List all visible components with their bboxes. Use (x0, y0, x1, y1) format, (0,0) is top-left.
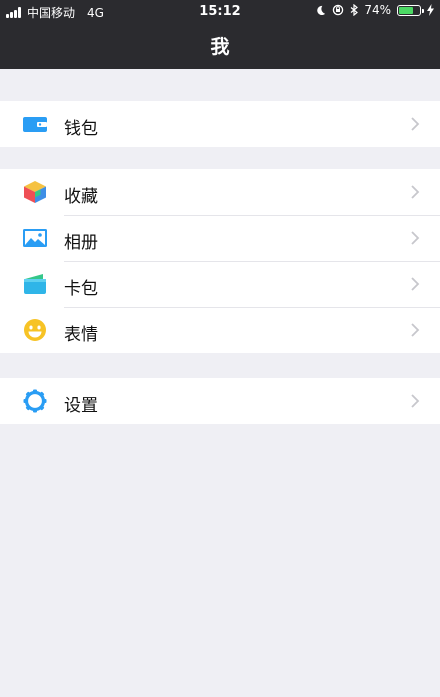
emoji-smile-icon (24, 319, 46, 341)
chevron-right-icon (411, 231, 420, 245)
menu-label-wallet: 钱包 (64, 119, 98, 139)
menu-item-card-pack[interactable]: 卡包 (0, 261, 440, 307)
group-settings: 设置 (0, 378, 440, 424)
battery-icon (397, 4, 424, 16)
bluetooth-icon (350, 4, 359, 16)
menu-label-emoji: 表情 (64, 325, 98, 345)
chevron-right-icon (411, 323, 420, 337)
card-pack-icon (24, 274, 46, 294)
menu-label-card-pack: 卡包 (64, 279, 98, 299)
group-content: 收藏 相册 卡包 表情 (0, 169, 440, 353)
battery-percent: 74% (364, 3, 391, 17)
me-screen: 中国移动 4G 15:12 74% 我 钱包 收藏 相册 卡包 表情 设置 (0, 0, 440, 697)
charging-bolt-icon (427, 4, 434, 16)
menu-item-wallet[interactable]: 钱包 (0, 101, 440, 147)
menu-label-settings: 设置 (64, 396, 98, 416)
menu-item-album[interactable]: 相册 (0, 215, 440, 261)
settings-gear-icon (23, 389, 47, 413)
chevron-right-icon (411, 117, 420, 131)
top-bar: 中国移动 4G 15:12 74% 我 (0, 0, 440, 69)
battery-level-fill (399, 6, 413, 14)
album-picture-icon (23, 229, 47, 247)
menu-item-emoji[interactable]: 表情 (0, 307, 440, 353)
page-title: 我 (210, 36, 230, 58)
favorites-cube-icon (24, 181, 46, 203)
moon-icon (317, 5, 326, 15)
status-right: 74% (315, 3, 434, 17)
menu-label-favorites: 收藏 (64, 187, 98, 207)
wallet-icon (23, 117, 47, 132)
menu-item-settings[interactable]: 设置 (0, 378, 440, 424)
status-bar: 中国移动 4G 15:12 74% (0, 0, 440, 24)
group-wallet: 钱包 (0, 101, 440, 147)
chevron-right-icon (411, 394, 420, 408)
chevron-right-icon (411, 185, 420, 199)
chevron-right-icon (411, 277, 420, 291)
menu-label-album: 相册 (64, 233, 98, 253)
menu-item-favorites[interactable]: 收藏 (0, 169, 440, 215)
rotation-lock-icon (333, 4, 344, 16)
